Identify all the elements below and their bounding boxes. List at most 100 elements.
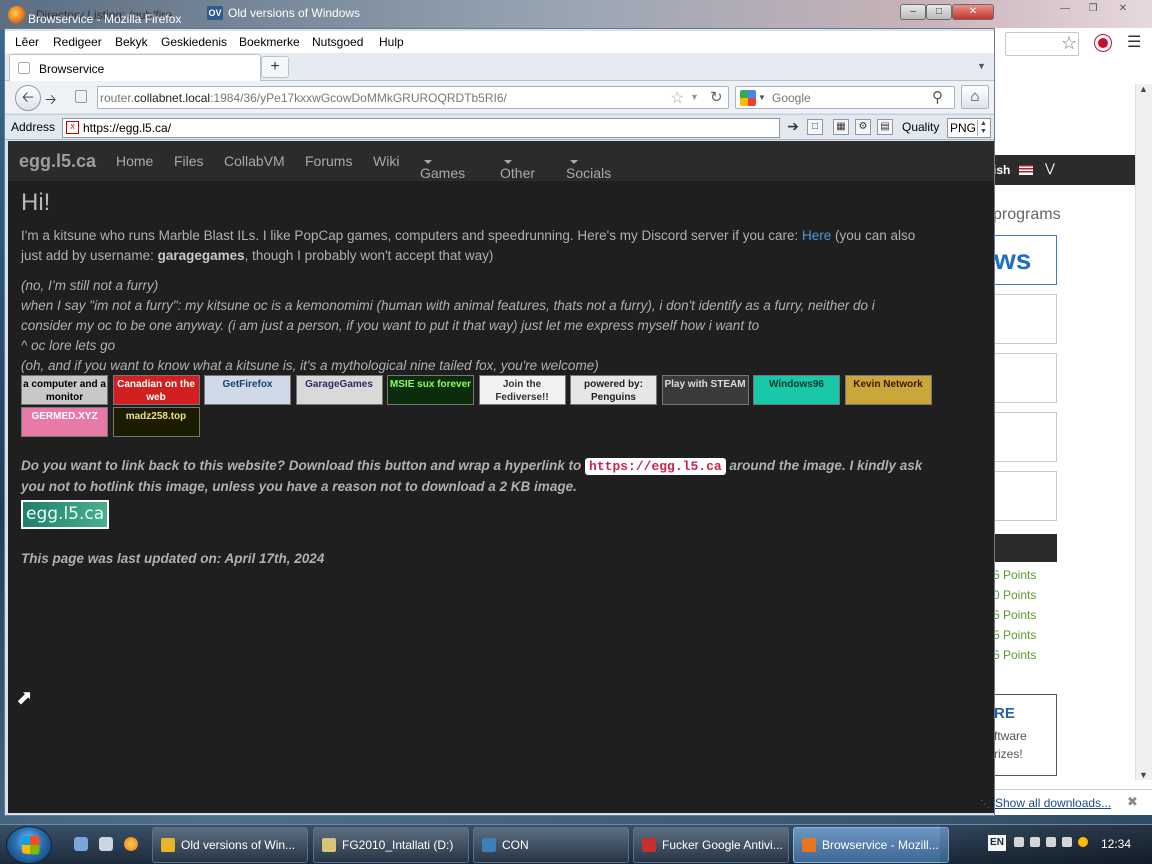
background-browser-window: ☆ ☰ ish ⋁ programs ws 5 Points 0 Points … <box>993 28 1152 815</box>
nav-socials[interactable]: Socials <box>566 153 611 181</box>
badge-8[interactable]: Windows96 <box>753 375 840 405</box>
badge-3[interactable]: GarageGames <box>295 375 383 405</box>
taskbar-item[interactable]: Old versions of Win... <box>152 827 308 863</box>
scroll-down-icon[interactable]: ▼ <box>1139 770 1148 780</box>
menu-item-bookmarks[interactable]: Boekmerke <box>239 35 300 49</box>
search-icon[interactable]: ⚲ <box>932 88 943 106</box>
language-indicator[interactable]: EN <box>988 835 1006 851</box>
minimize-button[interactable]: ‒ <box>900 4 926 20</box>
notification-icon[interactable] <box>1078 837 1088 847</box>
badge-4[interactable]: MSIE sux forever <box>387 375 474 405</box>
star-icon[interactable]: ☆ <box>1061 33 1077 54</box>
site-navbar: egg.l5.ca Home Files CollabVM Forums Wik… <box>8 141 994 181</box>
tray-icon[interactable] <box>1030 837 1040 847</box>
nav-wiki[interactable]: Wiki <box>373 153 399 169</box>
adblock-icon[interactable] <box>1095 35 1111 51</box>
taskbar-item[interactable]: Browservice - Mozill... <box>793 827 949 863</box>
menu-item-file[interactable]: Lêer <box>15 35 39 49</box>
nav-other[interactable]: Other <box>500 153 535 181</box>
background-box[interactable] <box>993 353 1057 403</box>
tray-icon[interactable] <box>1014 837 1024 847</box>
badge-1[interactable]: Canadian on the web <box>112 375 200 405</box>
taskbar-item-label: Old versions of Win... <box>181 838 296 852</box>
show-downloads-link[interactable]: Show all downloads... <box>995 796 1111 810</box>
google-icon[interactable] <box>740 90 756 106</box>
desktop-quicklaunch-icon[interactable] <box>99 837 113 851</box>
chevron-down-icon[interactable]: ⋁ <box>1045 161 1055 175</box>
bg-minimize-icon[interactable]: — <box>1052 2 1078 18</box>
maximize-button[interactable]: □ <box>926 4 952 20</box>
menu-icon[interactable]: ☰ <box>1127 32 1141 52</box>
background-box[interactable] <box>993 412 1057 462</box>
back-button[interactable]: 🡠 <box>15 85 41 111</box>
volume-icon[interactable] <box>1062 837 1072 847</box>
nav-files[interactable]: Files <box>174 153 204 169</box>
home-button[interactable]: ⌂ <box>961 85 989 109</box>
page-info-icon[interactable] <box>71 87 93 107</box>
background-promo-box[interactable]: RE ftware rizes! <box>993 694 1057 776</box>
badge-0[interactable]: a computer and a monitor <box>21 375 108 405</box>
menu-item-edit[interactable]: Redigeer <box>53 35 102 49</box>
new-tab-button[interactable]: + <box>261 56 289 78</box>
quality-select[interactable]: PNG ▲ ▼ <box>947 118 991 138</box>
address-input[interactable]: ☓ https://egg.l5.ca/ <box>62 118 780 138</box>
taskbar-item[interactable]: CON <box>473 827 629 863</box>
go-icon[interactable]: ➔ <box>785 119 801 135</box>
badge-11[interactable]: madz258.top <box>112 407 200 437</box>
last-updated: This page was last updated on: April 17t… <box>21 551 325 566</box>
badge-10[interactable]: GERMED.XYZ <box>21 407 108 437</box>
quality-label: Quality <box>902 120 940 134</box>
tab-browservice[interactable]: Browservice <box>9 54 261 81</box>
screenshot-icon[interactable]: ▦ <box>833 119 849 135</box>
dropdown-icon[interactable]: ▼ <box>690 92 699 102</box>
tray-icon[interactable] <box>1046 837 1056 847</box>
menu-item-history[interactable]: Geskiedenis <box>161 35 227 49</box>
badge-5[interactable]: Join the Fediverse!! <box>478 375 566 405</box>
badge-6[interactable]: powered by: Penguins <box>570 375 657 405</box>
menu-item-tools[interactable]: Nutsgoed <box>312 35 363 49</box>
start-button[interactable] <box>6 826 52 864</box>
close-button[interactable]: ✕ <box>952 4 994 20</box>
linkback-text: around the image. I kindly ask <box>725 458 923 473</box>
quality-spinner-icon[interactable]: ▲ ▼ <box>977 120 989 136</box>
forward-button[interactable]: 🡢 <box>45 89 56 113</box>
background-box[interactable] <box>993 294 1057 344</box>
resize-grip-icon[interactable]: ⋱ <box>980 799 990 810</box>
tab-list-icon[interactable]: ▼ <box>977 61 986 71</box>
bookmark-star-icon[interactable]: ☆ <box>670 88 684 108</box>
nav-home[interactable]: Home <box>116 153 153 169</box>
bg-close-icon[interactable]: ✕ <box>1110 2 1136 18</box>
taskbar-item[interactable]: Fucker Google Antivi... <box>633 827 789 863</box>
badge-7[interactable]: Play with STEAM <box>661 375 749 405</box>
scroll-up-icon[interactable]: ▲ <box>1139 84 1148 94</box>
site-brand[interactable]: egg.l5.ca <box>19 151 96 172</box>
menu-item-view[interactable]: Bekyk <box>115 35 148 49</box>
background-box[interactable] <box>993 471 1057 521</box>
bg-restore-icon[interactable]: ❐ <box>1080 2 1106 18</box>
engine-dropdown-icon[interactable]: ▼ <box>758 93 766 102</box>
search-bar[interactable]: ▼ Google ⚲ <box>735 86 955 109</box>
url-bar[interactable]: router.collabnet.local:1984/36/yPe17kxxw… <box>97 86 729 109</box>
site-button-image[interactable]: egg.l5.ca <box>21 500 109 529</box>
nav-forums[interactable]: Forums <box>305 153 352 169</box>
nav-games[interactable]: Games <box>420 153 465 181</box>
taskbar-app-icon <box>642 838 656 852</box>
firefox-quicklaunch-icon[interactable] <box>124 837 138 851</box>
find-icon[interactable]: ⚙ <box>855 119 871 135</box>
background-scrollbar[interactable]: ▲ ▼ <box>1135 84 1152 780</box>
disclaimer-line: ^ oc lore lets go <box>21 338 116 353</box>
reload-icon[interactable]: ↻ <box>710 88 723 106</box>
badge-2[interactable]: GetFirefox <box>204 375 291 405</box>
bookmark-icon[interactable]: □ <box>807 119 823 135</box>
firefox-window: Lêer Redigeer Bekyk Geskiedenis Boekmerk… <box>4 28 995 816</box>
badge-9[interactable]: Kevin Network <box>844 375 932 405</box>
clipboard-icon[interactable]: ▤ <box>877 119 893 135</box>
explorer-quicklaunch-icon[interactable] <box>74 837 88 851</box>
close-downloads-icon[interactable]: ✖ <box>1127 794 1138 810</box>
discord-link[interactable]: Here <box>802 228 831 243</box>
background-tab-title-2[interactable]: Old versions of Windows <box>228 6 360 20</box>
taskbar-item[interactable]: FG2010_Intallati (D:) <box>313 827 469 863</box>
nav-collabvm[interactable]: CollabVM <box>224 153 285 169</box>
menu-item-help[interactable]: Hulp <box>379 35 404 49</box>
clock[interactable]: 12:34 <box>1101 837 1131 851</box>
